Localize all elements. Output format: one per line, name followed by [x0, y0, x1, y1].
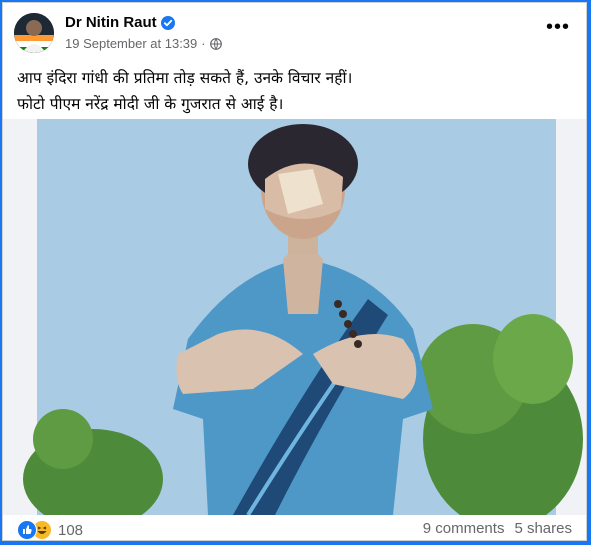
- post-text-line-2: फोटो पीएम नरेंद्र मोदी जी के गुजरात से आ…: [17, 95, 284, 113]
- globe-icon[interactable]: [209, 37, 222, 50]
- post-header: Dr Nitin Raut 19 September at 13:39 · ••…: [3, 3, 586, 61]
- post-footer: 108 9 comments 5 shares: [3, 515, 586, 540]
- reaction-count[interactable]: 108: [58, 522, 83, 539]
- post-card: Dr Nitin Raut 19 September at 13:39 · ••…: [2, 2, 587, 541]
- comments-count[interactable]: 9 comments: [423, 520, 505, 537]
- meta-separator: ·: [201, 36, 206, 51]
- shares-count[interactable]: 5 shares: [514, 520, 572, 537]
- avatar[interactable]: [14, 13, 54, 53]
- avatar-image: [14, 13, 54, 53]
- more-options-icon[interactable]: •••: [544, 17, 572, 41]
- reaction-summary[interactable]: 108: [17, 520, 83, 540]
- like-icon: [17, 520, 37, 540]
- statue-image: [3, 119, 586, 515]
- timestamp[interactable]: 19 September at 13:39: [65, 36, 197, 51]
- author-name[interactable]: Dr Nitin Raut: [65, 14, 175, 31]
- post-text-line-1: आप इंदिरा गांधी की प्रतिमा तोड़ सकते हैं…: [17, 69, 353, 87]
- post-stats: 9 comments 5 shares: [423, 520, 572, 537]
- verified-badge-icon: [160, 15, 175, 30]
- post-photo[interactable]: [3, 119, 586, 515]
- author-name-text[interactable]: Dr Nitin Raut: [65, 14, 157, 31]
- post-meta: 19 September at 13:39 ·: [65, 36, 222, 51]
- post-text: आप इंदिरा गांधी की प्रतिमा तोड़ सकते हैं…: [17, 65, 572, 117]
